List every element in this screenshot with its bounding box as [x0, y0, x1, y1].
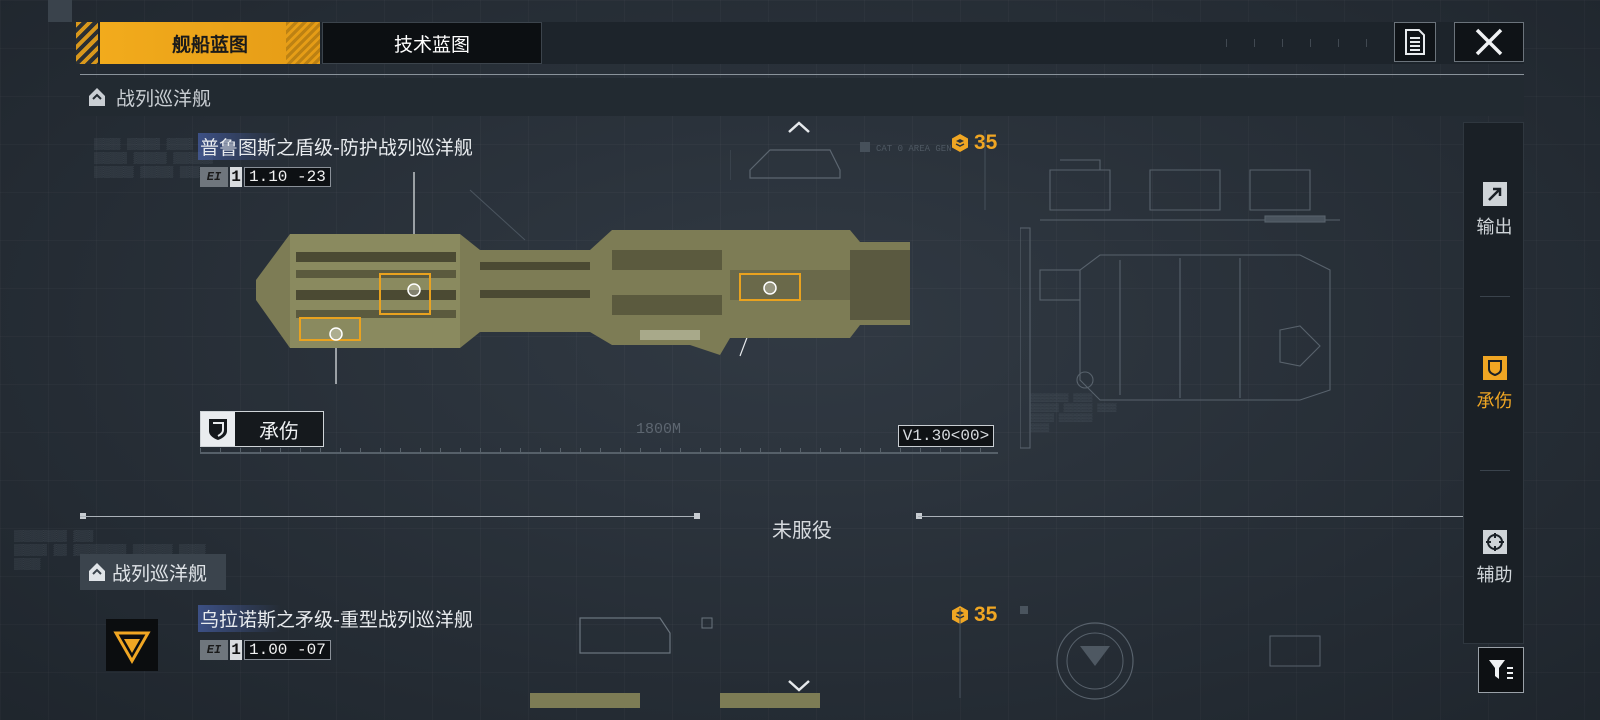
shield-icon	[201, 412, 235, 446]
document-icon	[1405, 29, 1425, 55]
faction-logo-icon: EI	[200, 167, 228, 187]
shield-icon	[1482, 355, 1507, 380]
version-digit: 1	[230, 167, 242, 187]
tech-blueprint-diagram	[1020, 606, 1321, 700]
blueprint-sketch: CAT 0 AREA GEN	[730, 130, 986, 210]
category-header: 战列巡洋舰	[80, 554, 226, 590]
filter-support[interactable]: 辅助	[1464, 471, 1525, 644]
role-filter-panel: 输出 承伤 辅助	[1463, 122, 1524, 644]
divider-line-right	[918, 516, 1512, 517]
tab-ship-blueprint[interactable]: 舰船蓝图	[100, 22, 320, 64]
tech-blueprint-diagram: ▒▒▒▒▒▒▒▒ ▒▒▒▒ ▒▒▒▒▒▒ ▒▒▒▒▒▒ ▒▒▒▒ ▒▒▒▒▒ ▒…	[1020, 159, 1340, 449]
category-label: 战列巡洋舰	[116, 88, 212, 110]
top-bar-accent	[76, 22, 98, 64]
faction-logo-icon: EI	[200, 640, 228, 660]
role-badge: 承伤	[200, 411, 324, 447]
rank-chevron-icon	[89, 88, 105, 106]
top-bar-divider	[80, 74, 1524, 75]
filter-output-label: 输出	[1476, 216, 1513, 238]
document-button[interactable]	[1394, 22, 1436, 62]
svg-text:▒▒▒▒: ▒▒▒▒	[1030, 423, 1049, 433]
ship-name: 普鲁图斯之盾级-防护战列巡洋舰	[198, 133, 475, 160]
svg-text:▒▒▒▒▒▒ ▒▒▒▒▒▒ ▒▒▒▒: ▒▒▒▒▒▒ ▒▒▒▒▒▒ ▒▒▒▒	[1030, 403, 1117, 413]
divider-dot	[694, 513, 700, 519]
version-digit: 1	[230, 640, 242, 660]
filter-icon	[1489, 660, 1513, 679]
background-tech-text: ▒▒▒▒ ▒▒▒▒▒ ▒▒▒▒ ▒▒▒▒▒ ▒▒▒▒▒ ▒▒▒▒▒▒ ▒▒▒▒▒…	[94, 139, 213, 179]
ship-length-label: 1800M	[636, 421, 682, 438]
divider-line-left	[80, 516, 696, 517]
top-bar: 舰船蓝图 技术蓝图	[76, 22, 1524, 64]
tab-tech-blueprint[interactable]: 技术蓝图	[322, 22, 542, 64]
scroll-down-chevron-icon[interactable]	[787, 679, 811, 693]
close-button[interactable]	[1454, 22, 1524, 62]
filter-tank-label: 承伤	[1476, 390, 1513, 412]
ship-model-image	[530, 608, 961, 708]
sort-filter-button[interactable]	[1478, 647, 1524, 693]
support-target-icon	[1482, 529, 1507, 554]
model-version-tag: V1.30<00>	[898, 425, 994, 447]
category-header: 战列巡洋舰	[80, 78, 1524, 116]
faction-emblem-icon	[106, 619, 158, 671]
svg-text:▒▒▒▒▒▒▒▒ ▒▒▒▒: ▒▒▒▒▒▒▒▒ ▒▒▒▒	[1030, 393, 1093, 403]
scroll-up-chevron-icon[interactable]	[787, 120, 811, 134]
filter-output[interactable]: 输出	[1464, 123, 1525, 296]
status-divider-label: 未服役	[772, 518, 832, 542]
filter-support-label: 辅助	[1476, 564, 1513, 586]
filter-tank[interactable]: 承伤	[1464, 297, 1525, 470]
role-label: 承伤	[259, 418, 299, 443]
category-label: 战列巡洋舰	[112, 563, 208, 585]
corner-decoration	[48, 0, 72, 22]
version-badge: EI 1 1.00 -07	[200, 639, 331, 661]
svg-text:CAT 0 AREA GEN: CAT 0 AREA GEN	[876, 144, 952, 154]
rank-chevron-icon	[89, 563, 105, 581]
scale-ruler	[200, 448, 998, 454]
version-number: 1.00 -07	[244, 640, 331, 660]
arrow-out-icon	[1482, 181, 1507, 206]
ship-name: 乌拉诺斯之矛级-重型战列巡洋舰	[198, 605, 475, 632]
close-icon	[1475, 28, 1503, 56]
svg-text:▒▒▒▒▒ ▒▒▒▒▒▒▒: ▒▒▒▒▒ ▒▒▒▒▒▒▒	[1030, 413, 1093, 423]
